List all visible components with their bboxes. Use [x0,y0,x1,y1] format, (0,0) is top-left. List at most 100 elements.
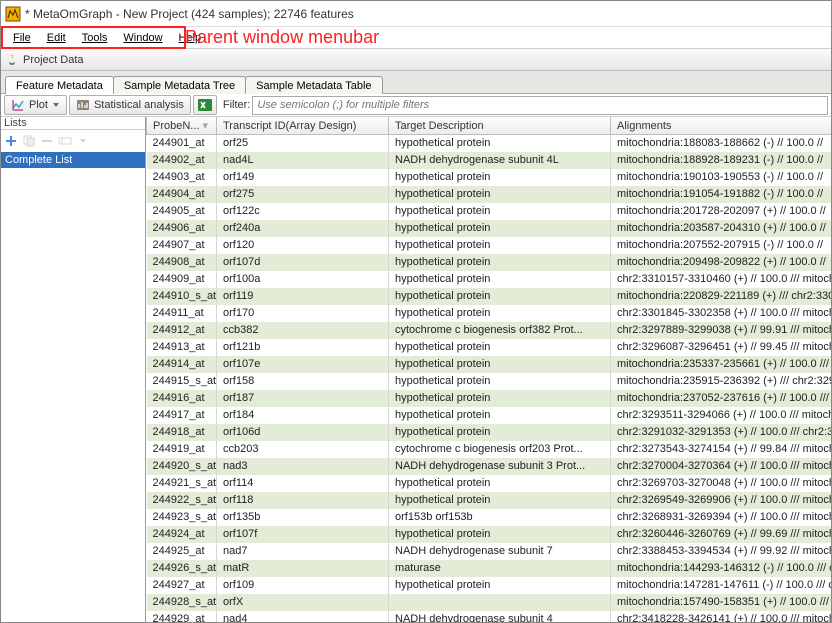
table-cell: hypothetical protein [389,339,611,356]
table-row[interactable]: 244926_s_atmatRmaturasemitochondria:1442… [147,560,832,577]
table-row[interactable]: 244903_atorf149hypothetical proteinmitoc… [147,169,832,186]
menu-file-label: File [13,32,31,44]
table-row[interactable]: 244927_atorf109hypothetical proteinmitoc… [147,577,832,594]
table-row[interactable]: 244912_atccb382cytochrome c biogenesis o… [147,322,832,339]
tab-feature-metadata[interactable]: Feature Metadata [5,76,114,94]
menu-window[interactable]: Window [115,30,170,46]
menu-tools[interactable]: Tools [74,30,116,46]
table-cell: hypothetical protein [389,237,611,254]
table-cell: chr2:3310157-3310460 (+) // 100.0 /// mi… [611,271,832,288]
plus-icon [3,133,19,149]
copy-icon [21,133,37,149]
table-cell: orf184 [217,407,389,424]
table-row[interactable]: 244902_atnad4LNADH dehydrogenase subunit… [147,152,832,169]
table-row[interactable]: 244923_s_atorf135borf153b orf153bchr2:32… [147,509,832,526]
tab-sample-metadata-table[interactable]: Sample Metadata Table [245,76,382,94]
filter-input[interactable] [252,96,828,115]
table-cell: orf158 [217,373,389,390]
table-cell: orf107f [217,526,389,543]
table-cell: 244903_at [147,169,217,186]
remove-list-button[interactable] [39,133,55,149]
table-row[interactable]: 244907_atorf120hypothetical proteinmitoc… [147,237,832,254]
table-cell: 244917_at [147,407,217,424]
rename-icon [57,133,73,149]
table-cell: mitochondria:235915-236392 (+) /// chr2:… [611,373,832,390]
table-row[interactable]: 244928_s_atorfXmitochondria:157490-15835… [147,594,832,611]
export-excel-button[interactable] [193,95,217,115]
table-row[interactable]: 244924_atorf107fhypothetical proteinchr2… [147,526,832,543]
table-cell: 244925_at [147,543,217,560]
table-cell: mitochondria:235337-235661 (+) // 100.0 … [611,356,832,373]
table-row[interactable]: 244911_atorf170hypothetical proteinchr2:… [147,305,832,322]
minus-icon [39,133,55,149]
table-cell: NADH dehydrogenase subunit 7 [389,543,611,560]
col-alignments[interactable]: Alignments [611,117,832,135]
tab-sample-metadata-tree[interactable]: Sample Metadata Tree [113,76,246,94]
chevron-down-icon [79,133,87,149]
table-row[interactable]: 244910_s_atorf119hypothetical proteinmit… [147,288,832,305]
table-row[interactable]: 244920_s_atnad3NADH dehydrogenase subuni… [147,458,832,475]
list-item-complete[interactable]: Complete List [1,152,145,168]
table-row[interactable]: 244919_atccb203cytochrome c biogenesis o… [147,441,832,458]
table-cell: 244914_at [147,356,217,373]
menu-file[interactable]: File [5,30,39,46]
table-cell: orf107d [217,254,389,271]
col-label: Transcript ID(Array Design) [223,120,356,132]
feature-table-wrapper[interactable]: ProbeN... ▾ Transcript ID(Array Design) … [146,117,831,622]
table-cell: 244921_s_at [147,475,217,492]
parent-menubar: File Edit Tools Window Help [1,27,831,49]
table-cell: mitochondria:220829-221189 (+) /// chr2:… [611,288,832,305]
table-cell: orf135b [217,509,389,526]
table-row[interactable]: 244915_s_atorf158hypothetical proteinmit… [147,373,832,390]
table-row[interactable]: 244917_atorf184hypothetical proteinchr2:… [147,407,832,424]
table-cell: chr2:3270004-3270364 (+) // 100.0 /// mi… [611,458,832,475]
table-row[interactable]: 244929_atnad4NADH dehydrogenase subunit … [147,611,832,623]
table-cell: hypothetical protein [389,356,611,373]
table-row[interactable]: 244908_atorf107dhypothetical proteinmito… [147,254,832,271]
window-titlebar: * MetaOmGraph - New Project (424 samples… [1,1,831,27]
table-row[interactable]: 244914_atorf107ehypothetical proteinmito… [147,356,832,373]
table-cell: nad4L [217,152,389,169]
table-row[interactable]: 244916_atorf187hypothetical proteinmitoc… [147,390,832,407]
feature-table: ProbeN... ▾ Transcript ID(Array Design) … [146,117,831,622]
table-row[interactable]: 244922_s_atorf118hypothetical proteinchr… [147,492,832,509]
table-row[interactable]: 244904_atorf275hypothetical proteinmitoc… [147,186,832,203]
plot-button[interactable]: Plot [4,95,67,115]
table-cell: hypothetical protein [389,135,611,152]
table-cell: nad3 [217,458,389,475]
table-row[interactable]: 244901_atorf25hypothetical proteinmitoch… [147,135,832,152]
col-transcript-id[interactable]: Transcript ID(Array Design) [217,117,389,135]
table-row[interactable]: 244905_atorf122chypothetical proteinmito… [147,203,832,220]
table-cell: cytochrome c biogenesis orf382 Prot... [389,322,611,339]
table-cell: orf153b orf153b [389,509,611,526]
table-cell: hypothetical protein [389,475,611,492]
add-list-button[interactable] [3,133,19,149]
more-list-button[interactable] [75,133,91,149]
table-cell: 244926_s_at [147,560,217,577]
table-cell: chr2:3269549-3269906 (+) // 100.0 /// mi… [611,492,832,509]
copy-list-button[interactable] [21,133,37,149]
table-row[interactable]: 244906_atorf240ahypothetical proteinmito… [147,220,832,237]
table-row[interactable]: 244913_atorf121bhypothetical proteinchr2… [147,339,832,356]
table-cell: hypothetical protein [389,390,611,407]
col-probe-name[interactable]: ProbeN... ▾ [147,117,217,135]
table-cell: orf120 [217,237,389,254]
table-cell: NADH dehydrogenase subunit 3 Prot... [389,458,611,475]
table-cell: chr2:3388453-3394534 (+) // 99.92 /// mi… [611,543,832,560]
subwindow-titlebar: Project Data [1,49,831,71]
table-cell: 244905_at [147,203,217,220]
statistical-analysis-button[interactable]: Statistical analysis [69,95,191,115]
table-row[interactable]: 244909_atorf100ahypothetical proteinchr2… [147,271,832,288]
menu-edit[interactable]: Edit [39,30,74,46]
table-cell: orf106d [217,424,389,441]
table-cell: 244907_at [147,237,217,254]
table-row[interactable]: 244925_atnad7NADH dehydrogenase subunit … [147,543,832,560]
table-cell: 244909_at [147,271,217,288]
table-row[interactable]: 244918_atorf106dhypothetical proteinchr2… [147,424,832,441]
rename-list-button[interactable] [57,133,73,149]
table-cell: 244922_s_at [147,492,217,509]
col-target-description[interactable]: Target Description [389,117,611,135]
table-cell: ccb382 [217,322,389,339]
table-row[interactable]: 244921_s_atorf114hypothetical proteinchr… [147,475,832,492]
menu-help[interactable]: Help [171,30,210,46]
